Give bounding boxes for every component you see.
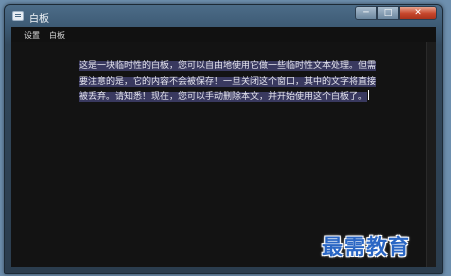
- menu-item-settings[interactable]: 设置: [24, 30, 40, 41]
- window-title: 白板: [29, 14, 49, 25]
- vertical-scrollbar[interactable]: [426, 42, 436, 267]
- title-bar[interactable]: 白板 ─ □ ✕: [5, 5, 442, 27]
- whiteboard-app-icon: [12, 11, 24, 21]
- close-button[interactable]: ✕: [399, 6, 437, 20]
- minimize-button[interactable]: ─: [355, 6, 377, 20]
- selected-text: 这是一块临时性的白板，您可以自由地使用它做一些临时性文本处理。但需要注意的是，它…: [79, 61, 377, 102]
- menu-item-whiteboard[interactable]: 白板: [49, 30, 65, 41]
- watermark-logo: 最需教育: [322, 234, 410, 259]
- editor-text-block[interactable]: 这是一块临时性的白板，您可以自由地使用它做一些临时性文本处理。但需要注意的是，它…: [79, 59, 381, 106]
- text-caret: [368, 90, 370, 100]
- window-controls: ─ □ ✕: [355, 6, 437, 20]
- maximize-button[interactable]: □: [377, 6, 399, 20]
- menu-bar: 设置 白板: [11, 27, 436, 42]
